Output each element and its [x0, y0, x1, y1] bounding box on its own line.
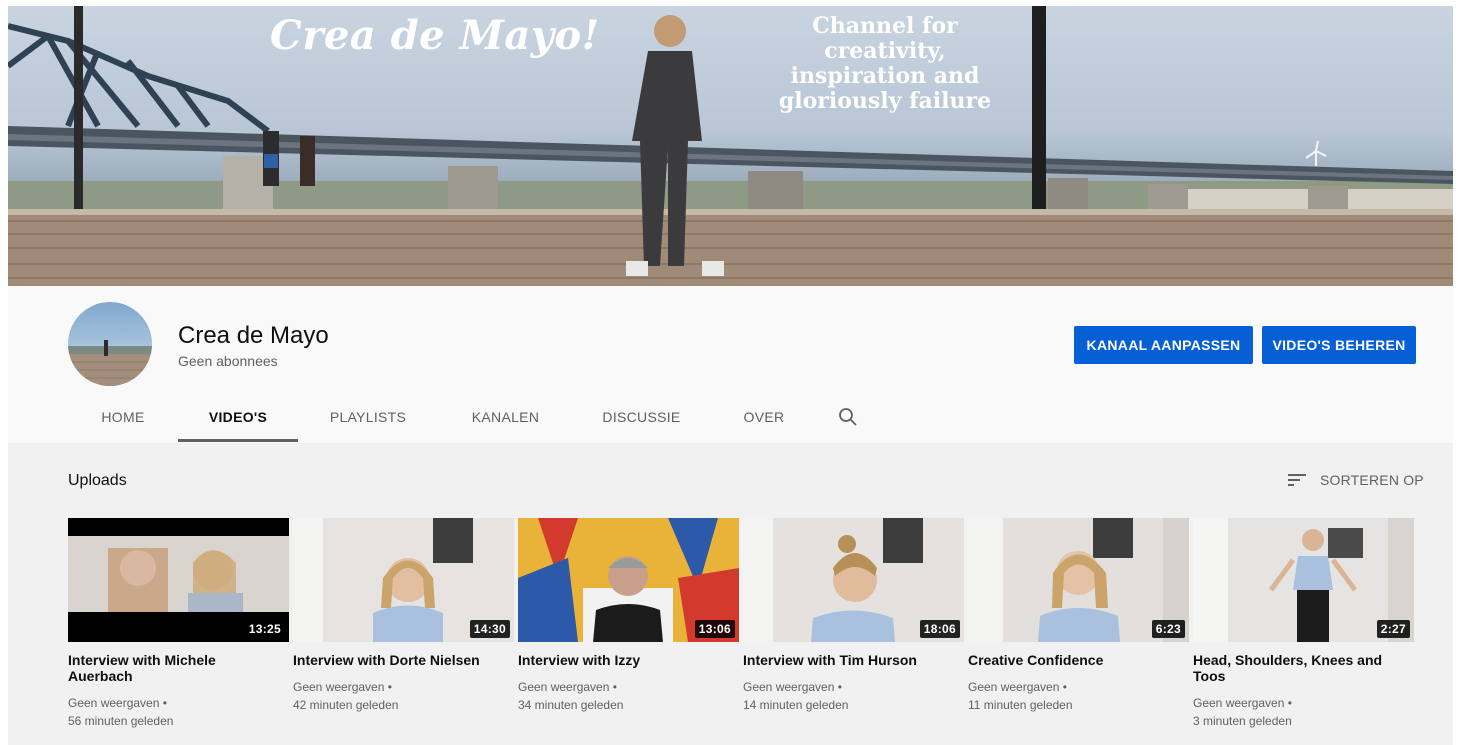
channel-header: Crea de Mayo Geen abonnees KANAAL AANPAS…	[8, 286, 1453, 443]
video-views: Geen weergaven •	[518, 680, 617, 694]
channel-tabs: HOME VIDEO'S PLAYLISTS KANALEN DISCUSSIE…	[68, 390, 878, 443]
video-age: 42 minuten geleden	[293, 698, 399, 712]
video-thumbnail[interactable]: 13:25	[68, 518, 289, 642]
video-duration: 18:06	[919, 620, 960, 638]
manage-videos-button[interactable]: VIDEO'S BEHEREN	[1262, 326, 1416, 364]
customize-channel-button[interactable]: KANAAL AANPASSEN	[1074, 326, 1253, 364]
video-meta: Geen weergaven • 11 minuten geleden	[968, 678, 1189, 714]
banner-image	[8, 6, 1453, 286]
video-views: Geen weergaven •	[743, 680, 842, 694]
video-title[interactable]: Creative Confidence	[968, 652, 1189, 668]
video-views: Geen weergaven •	[968, 680, 1067, 694]
video-duration: 2:27	[1376, 620, 1410, 638]
tab-over[interactable]: OVER	[710, 390, 818, 443]
channel-avatar[interactable]	[68, 302, 152, 386]
search-icon	[839, 407, 857, 426]
video-meta: Geen weergaven • 56 minuten geleden	[68, 694, 289, 730]
video-thumbnail[interactable]: 2:27	[1193, 518, 1414, 642]
video-title[interactable]: Interview with Dorte Nielsen	[293, 652, 514, 668]
avatar-image	[68, 340, 152, 386]
sort-label: SORTEREN OP	[1320, 472, 1424, 488]
video-views: Geen weergaven •	[1193, 696, 1292, 710]
tab-search[interactable]	[818, 390, 878, 443]
video-item[interactable]: 18:06 Interview with Tim Hurson Geen wee…	[743, 518, 964, 730]
channel-banner: Crea de Mayo! Channel for creativity, in…	[8, 6, 1453, 286]
banner-tagline-line: gloriously failure	[778, 88, 992, 114]
video-age: 11 minuten geleden	[968, 698, 1073, 712]
video-meta: Geen weergaven • 34 minuten geleden	[518, 678, 739, 714]
subscriber-count: Geen abonnees	[178, 353, 278, 369]
banner-tagline-line: creativity,	[824, 38, 946, 64]
video-duration: 6:23	[1151, 620, 1185, 638]
video-item[interactable]: 13:06 Interview with Izzy Geen weergaven…	[518, 518, 739, 730]
video-title[interactable]: Head, Shoulders, Knees and Toos	[1193, 652, 1414, 684]
video-meta: Geen weergaven • 3 minuten geleden	[1193, 694, 1414, 730]
banner-tagline: Channel for creativity, inspiration and …	[760, 14, 1010, 114]
video-duration: 13:06	[694, 620, 735, 638]
video-meta: Geen weergaven • 14 minuten geleden	[743, 678, 964, 714]
sort-icon	[1288, 474, 1306, 486]
video-duration: 13:25	[244, 620, 285, 638]
video-title[interactable]: Interview with Tim Hurson	[743, 652, 964, 668]
uploads-title[interactable]: Uploads	[68, 472, 127, 490]
video-age: 56 minuten geleden	[68, 714, 174, 728]
video-item[interactable]: 6:23 Creative Confidence Geen weergaven …	[968, 518, 1189, 730]
video-title[interactable]: Interview with Michele Auerbach	[68, 652, 289, 684]
video-age: 3 minuten geleden	[1193, 714, 1292, 728]
tab-playlists[interactable]: PLAYLISTS	[298, 390, 438, 443]
video-thumbnail[interactable]: 13:06	[518, 518, 739, 642]
video-grid: 13:25 Interview with Michele Auerbach Ge…	[68, 518, 1418, 730]
tab-kanalen[interactable]: KANALEN	[438, 390, 573, 443]
video-thumbnail[interactable]: 6:23	[968, 518, 1189, 642]
video-item[interactable]: 14:30 Interview with Dorte Nielsen Geen …	[293, 518, 514, 730]
channel-name: Crea de Mayo	[178, 322, 329, 349]
banner-tagline-line: inspiration and	[790, 63, 980, 89]
tab-discussie[interactable]: DISCUSSIE	[573, 390, 710, 443]
uploads-section: Uploads SORTEREN OP 13:25 Interview with…	[8, 443, 1453, 745]
tab-videos[interactable]: VIDEO'S	[178, 390, 298, 443]
video-thumbnail[interactable]: 18:06	[743, 518, 964, 642]
banner-title: Crea de Mayo!	[270, 12, 600, 59]
sort-button[interactable]: SORTEREN OP	[1288, 472, 1424, 488]
video-views: Geen weergaven •	[68, 696, 167, 710]
banner-tagline-line: Channel for	[812, 13, 958, 39]
video-item[interactable]: 13:25 Interview with Michele Auerbach Ge…	[68, 518, 289, 730]
video-views: Geen weergaven •	[293, 680, 392, 694]
tab-home[interactable]: HOME	[68, 390, 178, 443]
video-age: 14 minuten geleden	[743, 698, 849, 712]
video-duration: 14:30	[469, 620, 510, 638]
video-thumbnail[interactable]: 14:30	[293, 518, 514, 642]
video-age: 34 minuten geleden	[518, 698, 624, 712]
video-meta: Geen weergaven • 42 minuten geleden	[293, 678, 514, 714]
video-item[interactable]: 2:27 Head, Shoulders, Knees and Toos Gee…	[1193, 518, 1414, 730]
video-title[interactable]: Interview with Izzy	[518, 652, 739, 668]
